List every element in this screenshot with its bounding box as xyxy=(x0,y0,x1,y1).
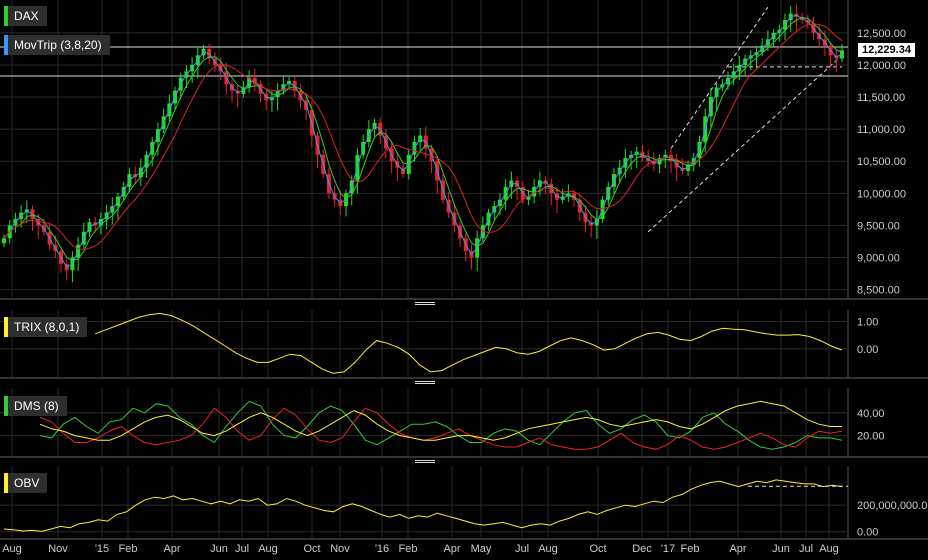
obv-panel-label[interactable]: OBV xyxy=(4,473,48,493)
x-tick-label: Apr xyxy=(729,543,746,555)
dms-panel-label[interactable]: DMS (8) xyxy=(4,396,67,416)
dms-di-line xyxy=(39,407,843,450)
price-panel-label[interactable]: DAX xyxy=(4,6,47,26)
dms-di-line xyxy=(39,400,843,450)
trix-line xyxy=(95,312,843,374)
y-tick-label: 12,500.00 xyxy=(857,28,906,40)
x-tick-label: '17 xyxy=(661,543,675,555)
x-tick-label: Feb xyxy=(119,543,138,555)
x-tick-label: Nov xyxy=(330,543,350,555)
x-tick-label: Jun xyxy=(772,543,790,555)
panel-splitter-2[interactable] xyxy=(415,380,435,386)
obv-y-tick-label: 200,000,000.0 xyxy=(857,500,927,512)
x-tick-label: Jul xyxy=(235,543,249,555)
y-tick-label: 12,000.00 xyxy=(857,60,906,72)
y-tick-label: 8,500.00 xyxy=(857,285,900,297)
x-tick-label: Aug xyxy=(819,543,839,555)
y-tick-label: 9,500.00 xyxy=(857,220,900,232)
movtrip-slow-line xyxy=(3,23,843,251)
y-tick-label: 10,500.00 xyxy=(857,156,906,168)
x-tick-label: Oct xyxy=(589,543,606,555)
x-tick-label: Apr xyxy=(443,543,460,555)
dms-y-tick-label: 40.00 xyxy=(857,408,885,420)
x-tick-label: Feb xyxy=(399,543,418,555)
y-tick-label: 11,500.00 xyxy=(857,92,905,104)
x-tick-label: Dec xyxy=(632,543,652,555)
trix-panel-label[interactable]: TRIX (8,0,1) xyxy=(4,317,88,337)
trend-channel-upper xyxy=(670,6,769,149)
movtrip-fast-line xyxy=(3,14,843,268)
x-tick-label: '16 xyxy=(375,543,389,555)
x-tick-label: Jun xyxy=(210,543,228,555)
y-tick-label: 11,000.00 xyxy=(857,124,905,136)
x-tick-label: May xyxy=(471,543,492,555)
x-tick-label: Aug xyxy=(538,543,558,555)
x-tick-label: Feb xyxy=(681,543,700,555)
trix-y-tick-label: 0.00 xyxy=(857,344,878,356)
obv-y-tick-label: 0.00 xyxy=(857,527,878,539)
x-tick-label: '15 xyxy=(95,543,109,555)
trix-y-tick-label: 1.00 xyxy=(857,317,878,329)
panel-splitter-1[interactable] xyxy=(415,301,435,307)
x-tick-label: Jul xyxy=(799,543,813,555)
x-tick-label: Aug xyxy=(258,543,278,555)
chart-canvas: Aug Nov '15 Feb Apr Jun Jul Aug Oct Nov '16 Feb Apr M… xyxy=(0,0,928,555)
panel-splitter-3[interactable] xyxy=(415,459,435,465)
y-tick-label: 9,000.00 xyxy=(857,252,900,264)
x-tick-label: Jul xyxy=(515,543,529,555)
y-tick-label: 10,000.00 xyxy=(857,188,906,200)
candle-body xyxy=(2,238,6,244)
x-tick-label: Apr xyxy=(163,543,180,555)
x-tick-label: Aug xyxy=(2,543,22,555)
x-tick-label: Nov xyxy=(48,543,68,555)
x-tick-label: Oct xyxy=(303,543,320,555)
movtrip-label[interactable]: MovTrip (3,8,20) xyxy=(4,35,110,55)
dms-y-tick-label: 20.00 xyxy=(857,431,885,443)
last-price-badge: 12,229.34 xyxy=(858,43,915,57)
